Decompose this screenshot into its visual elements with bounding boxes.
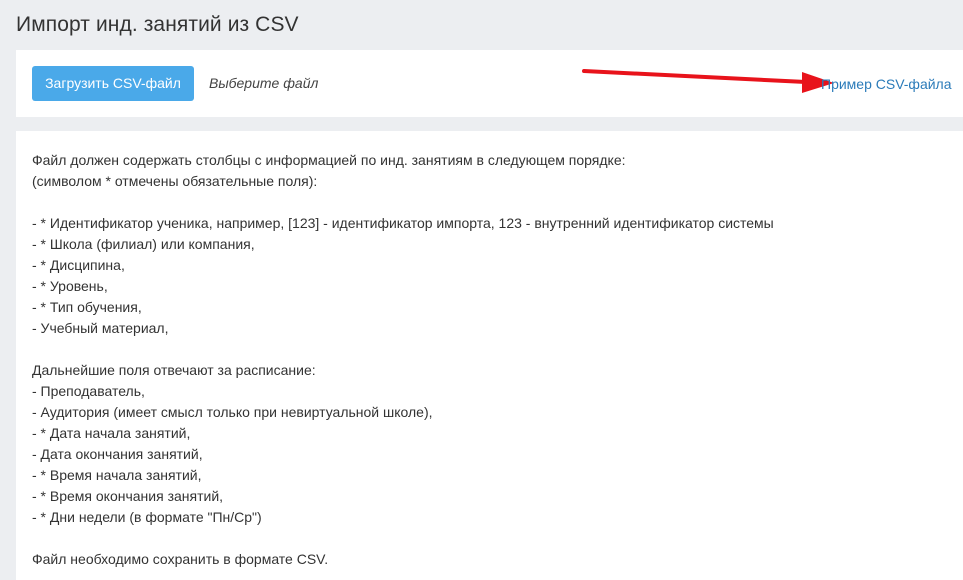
instruction-line: - * Идентификатор ученика, например, [12… <box>32 215 774 231</box>
example-csv-link[interactable]: Пример CSV-файла <box>821 76 952 92</box>
upload-csv-button[interactable]: Загрузить CSV-файл <box>32 66 194 101</box>
instructions-text: Файл должен содержать столбцы с информац… <box>32 150 947 570</box>
upload-panel: Загрузить CSV-файл Выберите файл Пример … <box>16 50 963 117</box>
instruction-line: Файл необходимо сохранить в формате CSV. <box>32 551 329 567</box>
instruction-line: - Учебный материал, <box>32 320 169 336</box>
instruction-line: Дальнейшие поля отвечают за расписание: <box>32 362 316 378</box>
instruction-line: - Дата окончания занятий, <box>32 446 203 462</box>
instruction-line: - * Школа (филиал) или компания, <box>32 236 255 252</box>
instruction-line: - Преподаватель, <box>32 383 145 399</box>
instruction-line: - * Время начала занятий, <box>32 467 202 483</box>
instruction-line: - * Тип обучения, <box>32 299 142 315</box>
instruction-line: - * Дисципина, <box>32 257 125 273</box>
instruction-line: (символом * отмечены обязательные поля): <box>32 173 318 189</box>
instruction-line: - * Время окончания занятий, <box>32 488 224 504</box>
instruction-line: - * Дата начала занятий, <box>32 425 191 441</box>
red-arrow-icon <box>582 69 834 93</box>
instruction-line: Файл должен содержать столбцы с информац… <box>32 152 626 168</box>
instruction-line: - * Дни недели (в формате "Пн/Ср") <box>32 509 262 525</box>
instructions-panel: Файл должен содержать столбцы с информац… <box>16 131 963 580</box>
file-hint: Выберите файл <box>209 75 319 91</box>
page-title: Импорт инд. занятий из CSV <box>16 13 299 36</box>
instruction-line: - Аудитория (имеет смысл только при неви… <box>32 404 433 420</box>
instruction-line: - * Уровень, <box>32 278 108 294</box>
